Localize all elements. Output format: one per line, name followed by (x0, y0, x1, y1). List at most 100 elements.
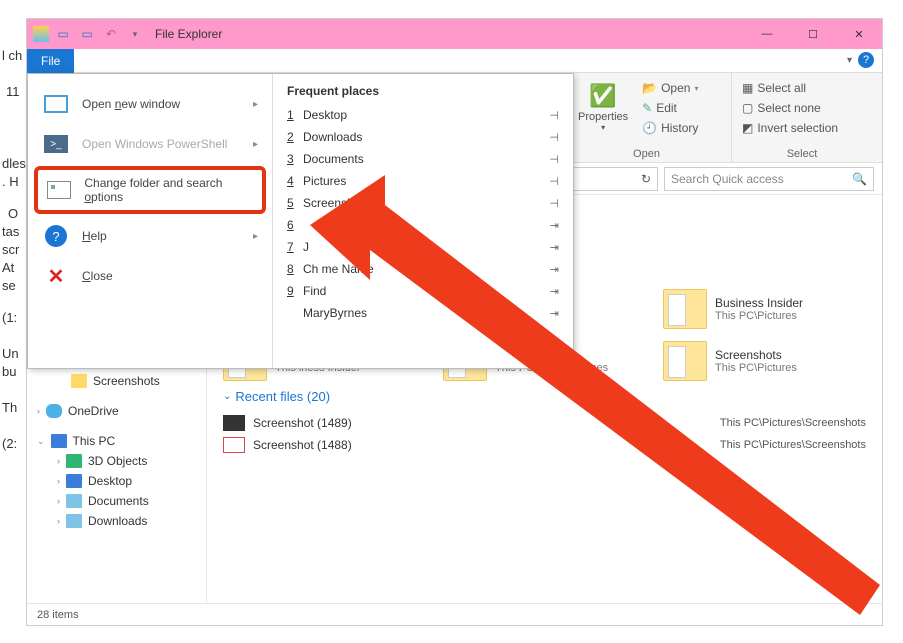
window-title: File Explorer (155, 27, 222, 41)
search-input[interactable]: Search Quick access 🔍 (664, 167, 874, 191)
properties-label: Properties (578, 111, 628, 123)
titlebar[interactable]: ▭ ▭ ↶ ▾ File Explorer — ☐ ✕ (27, 19, 882, 49)
menu-open-new-window[interactable]: Open new window ▸ (28, 84, 272, 124)
menu-change-folder-options[interactable]: Change folder and search options (34, 166, 266, 214)
minimize-button[interactable]: — (744, 19, 790, 49)
qat-dropdown-icon[interactable]: ▾ (125, 24, 145, 44)
help-icon: ? (45, 225, 67, 247)
pin-icon[interactable]: ⊣ (549, 197, 559, 210)
expand-icon[interactable]: › (37, 406, 40, 416)
frequent-place[interactable]: 1Desktop⊣ (287, 104, 559, 126)
sidebar-item-screenshots[interactable]: Screenshots (27, 371, 206, 391)
menu-close[interactable]: ✕ Close (28, 256, 272, 296)
folder-icon (663, 341, 707, 381)
search-placeholder: Search Quick access (671, 172, 784, 186)
frequent-place[interactable]: 9Find⇥ (287, 280, 559, 302)
bg-text: Un (2, 344, 19, 364)
pin-icon[interactable]: ⇥ (550, 285, 559, 298)
bg-text: bu (2, 362, 16, 382)
folder-icon (71, 374, 87, 388)
pin-icon[interactable]: ⊣ (549, 153, 559, 166)
bg-text: (2: (2, 434, 17, 454)
select-none-icon: ▢ (742, 101, 753, 115)
submenu-arrow-icon: ▸ (253, 139, 258, 150)
undo-icon[interactable]: ↶ (101, 24, 121, 44)
expand-icon[interactable]: › (57, 516, 60, 526)
sidebar-item-onedrive[interactable]: ›OneDrive (27, 401, 206, 421)
properties-icon: ✅ (589, 83, 616, 109)
frequent-place[interactable]: 5Screenshots⊣ (287, 192, 559, 214)
expand-icon[interactable]: › (57, 476, 60, 486)
close-button[interactable]: ✕ (836, 19, 882, 49)
frequent-place[interactable]: 2Downloads⊣ (287, 126, 559, 148)
maximize-button[interactable]: ☐ (790, 19, 836, 49)
qat-newfolder-icon[interactable]: ▭ (77, 24, 97, 44)
frequent-place[interactable]: 6⇥ (287, 214, 559, 236)
edit-button[interactable]: ✎Edit (642, 99, 698, 117)
history-button[interactable]: 🕘History (642, 119, 698, 137)
frequent-place[interactable]: MaryByrnes⇥ (287, 302, 559, 324)
powershell-icon: >_ (44, 135, 68, 153)
onedrive-icon (46, 404, 62, 418)
status-item-count: 28 items (37, 609, 79, 621)
frequent-place[interactable]: 3Documents⊣ (287, 148, 559, 170)
file-row[interactable]: Screenshot (1488) This PC\Pictures\Scree… (223, 434, 866, 456)
frequent-place[interactable]: 4Pictures⊣ (287, 170, 559, 192)
refresh-icon[interactable]: ↻ (641, 172, 651, 186)
menu-open-powershell[interactable]: >_ Open Windows PowerShell ▸ (28, 124, 272, 164)
select-all-button[interactable]: ▦Select all (742, 79, 838, 97)
file-icon (223, 437, 245, 453)
pin-icon[interactable]: ⇥ (550, 219, 559, 232)
bg-text: At (2, 258, 14, 278)
file-name: Screenshot (1488) (253, 438, 352, 452)
submenu-arrow-icon: ▸ (253, 231, 258, 242)
bg-text: scr (2, 240, 19, 260)
pin-icon[interactable]: ⊣ (549, 131, 559, 144)
bg-text: tas (2, 222, 19, 242)
pin-icon[interactable]: ⇥ (550, 307, 559, 320)
bg-text: dles (2, 154, 26, 174)
file-icon (223, 415, 245, 431)
sidebar-item-this-pc[interactable]: ⌄This PC (27, 431, 206, 451)
file-tab[interactable]: File (27, 49, 74, 73)
expand-icon[interactable]: › (57, 496, 60, 506)
submenu-arrow-icon: ▸ (253, 99, 258, 110)
properties-button[interactable]: ✅ Properties ▾ (572, 79, 634, 136)
file-menu: Open new window ▸ >_ Open Windows PowerS… (27, 73, 574, 369)
select-none-button[interactable]: ▢Select none (742, 99, 838, 117)
qat-properties-icon[interactable]: ▭ (53, 24, 73, 44)
menu-help[interactable]: ? Help ▸ (28, 216, 272, 256)
chevron-down-icon: ⌄ (223, 391, 231, 402)
expand-icon[interactable]: ⌄ (37, 436, 45, 447)
desktop-icon (66, 474, 82, 488)
sidebar-item-desktop[interactable]: ›Desktop (27, 471, 206, 491)
file-explorer-window: ▭ ▭ ↶ ▾ File Explorer — ☐ ✕ File ▾ ? ite… (26, 18, 883, 626)
pin-icon[interactable]: ⊣ (549, 175, 559, 188)
frequent-places-panel: Frequent places 1Desktop⊣ 2Downloads⊣ 3D… (272, 74, 573, 368)
frequent-place[interactable]: 8Ch me Name⇥ (287, 258, 559, 280)
pin-icon[interactable]: ⊣ (549, 109, 559, 122)
help-icon[interactable]: ? (858, 52, 874, 68)
sidebar-item-documents[interactable]: ›Documents (27, 491, 206, 511)
folder-card-bi[interactable]: Business Insider This PC\Pictures (663, 289, 863, 329)
ribbon-collapse-icon[interactable]: ▾ (847, 55, 852, 66)
frequent-place[interactable]: 7J⇥ (287, 236, 559, 258)
file-name: Screenshot (1489) (253, 416, 352, 430)
ribbon-tabs: File ▾ ? (27, 49, 882, 73)
bg-text: O (8, 204, 18, 224)
pin-icon[interactable]: ⇥ (550, 263, 559, 276)
folder-card-screenshots[interactable]: Screenshots This PC\Pictures (663, 341, 863, 381)
pin-icon[interactable]: ⇥ (550, 241, 559, 254)
open-button[interactable]: 📂Open ▾ (642, 79, 698, 97)
bg-text: se (2, 276, 16, 296)
sidebar-item-downloads[interactable]: ›Downloads (27, 511, 206, 531)
bg-text: (1: (2, 308, 17, 328)
sidebar-item-3d-objects[interactable]: ›3D Objects (27, 451, 206, 471)
invert-selection-button[interactable]: ◩Invert selection (742, 119, 838, 137)
recent-files-header[interactable]: ⌄Recent files (20) (223, 389, 866, 404)
expand-icon[interactable]: › (57, 456, 60, 466)
edit-icon: ✎ (642, 101, 652, 115)
objects-icon (66, 454, 82, 468)
file-row[interactable]: Screenshot (1489) This PC\Pictures\Scree… (223, 412, 866, 434)
search-icon[interactable]: 🔍 (852, 172, 867, 186)
